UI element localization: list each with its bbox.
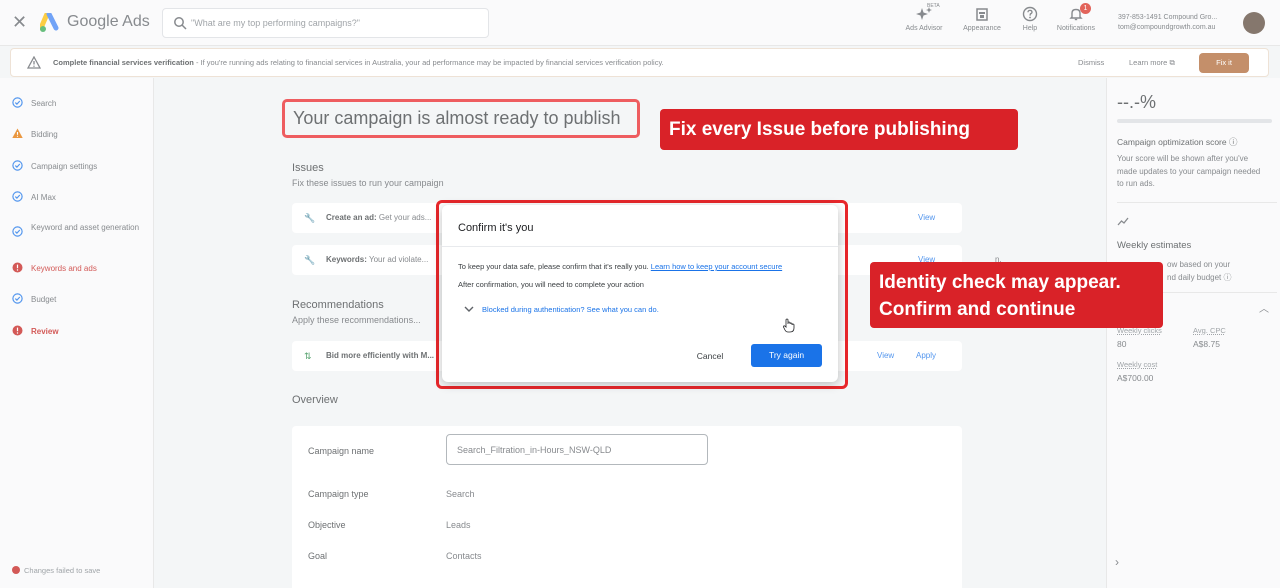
- dialog-body-2: After confirmation, you will need to com…: [458, 280, 644, 289]
- try-again-button[interactable]: Try again: [751, 344, 822, 367]
- callout-line-2: Confirm and continue: [879, 299, 1076, 320]
- cancel-button[interactable]: Cancel: [686, 345, 734, 367]
- callout-identity-check: Identity check may appear. Confirm and c…: [870, 262, 1163, 328]
- account-security-link[interactable]: Learn how to keep your account secure: [651, 262, 782, 271]
- blocked-help-expander[interactable]: Blocked during authentication? See what …: [464, 305, 659, 314]
- dialog-divider: [442, 246, 838, 247]
- dialog-title: Confirm it's you: [458, 222, 534, 234]
- dialog-body: To keep your data safe, please confirm t…: [458, 262, 782, 271]
- hand-cursor-icon: [783, 318, 795, 333]
- callout-fix-issues: Fix every Issue before publishing: [660, 109, 1018, 150]
- callout-line-1: Identity check may appear.: [879, 272, 1121, 293]
- blocked-help-text: Blocked during authentication? See what …: [482, 305, 659, 314]
- chevron-down-icon: [464, 306, 474, 312]
- confirm-identity-dialog: Confirm it's you To keep your data safe,…: [442, 205, 838, 382]
- dialog-body-text: To keep your data safe, please confirm t…: [458, 262, 649, 271]
